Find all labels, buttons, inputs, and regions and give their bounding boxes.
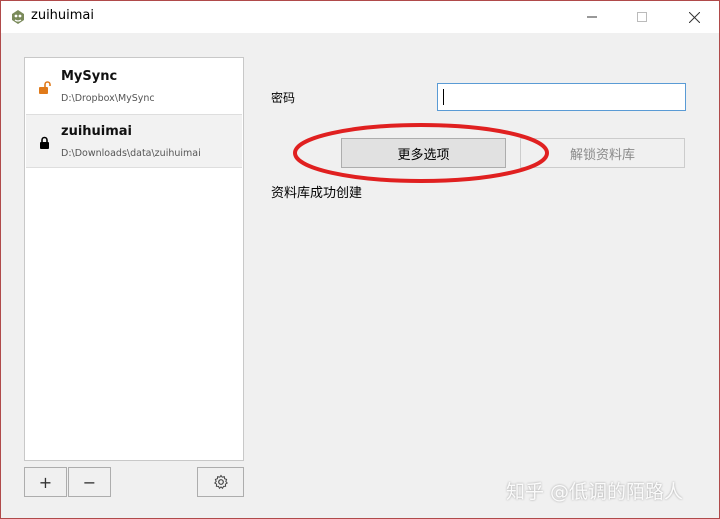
repo-item-zuihuimai[interactable]: zuihuimai D:\Downloads\data\zuihuimai — [26, 114, 242, 168]
unlock-repo-button[interactable]: 解锁资料库 — [520, 138, 685, 168]
watermark-text: 知乎 @低调的陌路人 — [506, 481, 684, 503]
repo-path: D:\Dropbox\MySync — [61, 93, 155, 104]
password-label: 密码 — [271, 91, 296, 105]
text-caret — [443, 89, 444, 105]
minus-icon: − — [82, 472, 97, 492]
app-window: zuihuimai MySync D:\Dropbox\MySync zuihu… — [0, 0, 720, 519]
window-title: zuihuimai — [31, 8, 95, 23]
repo-path: D:\Downloads\data\zuihuimai — [61, 148, 201, 159]
status-message: 资料库成功创建 — [271, 186, 363, 201]
settings-button[interactable] — [197, 467, 244, 497]
password-input[interactable] — [437, 83, 686, 111]
minimize-icon — [587, 16, 597, 18]
add-repo-button[interactable]: + — [24, 467, 67, 497]
repo-item-mysync[interactable]: MySync D:\Dropbox\MySync — [26, 60, 242, 114]
close-button[interactable] — [671, 1, 717, 33]
more-options-button[interactable]: 更多选项 — [341, 138, 506, 168]
lock-icon — [38, 135, 51, 149]
repo-list: MySync D:\Dropbox\MySync zuihuimai D:\Do… — [24, 57, 244, 461]
remove-repo-button[interactable]: − — [68, 467, 111, 497]
unlock-icon — [38, 80, 51, 94]
repo-name: MySync — [61, 69, 118, 84]
maximize-button[interactable] — [619, 1, 665, 33]
titlebar[interactable]: zuihuimai — [1, 1, 719, 33]
maximize-icon — [637, 12, 647, 22]
gear-icon — [213, 474, 228, 490]
minimize-button[interactable] — [569, 1, 615, 33]
app-logo-icon — [10, 9, 26, 25]
close-icon — [688, 11, 700, 23]
repo-name: zuihuimai — [61, 124, 133, 139]
plus-icon: + — [38, 472, 53, 492]
